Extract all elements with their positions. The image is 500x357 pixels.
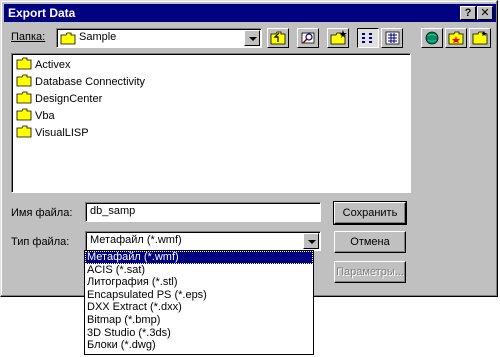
filetype-select[interactable]: Метафайл (*.wmf): [85, 231, 321, 251]
filetype-option[interactable]: ACIS (*.sat): [85, 264, 313, 277]
lookin-label: Папка:: [11, 31, 45, 43]
file-name: Activex: [35, 59, 71, 71]
window-title: Export Data: [8, 6, 76, 20]
filetype-option[interactable]: Метафайл (*.wmf): [85, 251, 313, 264]
lookin-label-text: Папка:: [11, 31, 46, 43]
filetype-label: Тип файла:: [11, 236, 70, 248]
list-item[interactable]: Database Connectivity: [16, 74, 145, 90]
filename-value: db_samp: [90, 205, 136, 217]
filetype-option[interactable]: Литография (*.stl): [85, 276, 313, 289]
filetype-option[interactable]: Блоки (*.dwg): [85, 339, 313, 352]
folder-icon: [16, 57, 32, 70]
help-button[interactable]: ?: [460, 6, 476, 20]
search-web-button[interactable]: [297, 28, 319, 48]
filename-field[interactable]: db_samp: [85, 202, 321, 222]
lookin-value: Sample: [79, 31, 117, 43]
lookin-dropdown-button[interactable]: [244, 30, 260, 46]
filetype-option[interactable]: 3D Studio (*.3ds): [85, 327, 313, 340]
up-one-level-button[interactable]: [267, 28, 289, 48]
details-view-button[interactable]: [381, 28, 403, 48]
list-item[interactable]: DesignCenter: [16, 91, 102, 107]
globe-button[interactable]: [421, 28, 443, 48]
folder-icon: [16, 108, 32, 121]
favorites-button[interactable]: [445, 28, 467, 48]
file-name: VisualLISP: [35, 127, 89, 139]
file-name: Vba: [35, 110, 55, 122]
filetype-dropdown-list[interactable]: Метафайл (*.wmf) ACIS (*.sat) Литография…: [84, 250, 314, 355]
filetype-value: Метафайл (*.wmf): [90, 234, 182, 246]
cancel-button[interactable]: Отмена: [334, 231, 406, 253]
lookin-combo[interactable]: Sample: [56, 28, 262, 48]
add-favorite-button[interactable]: [469, 28, 491, 48]
list-item[interactable]: Activex: [16, 57, 70, 73]
filetype-option[interactable]: Encapsulated PS (*.eps): [85, 289, 313, 302]
folder-icon: [16, 125, 32, 138]
folder-icon: [16, 91, 32, 104]
file-name: DesignCenter: [35, 93, 103, 105]
list-item[interactable]: Vba: [16, 108, 55, 124]
options-button[interactable]: Параметры...: [334, 261, 406, 283]
new-folder-button[interactable]: [327, 28, 349, 48]
close-button[interactable]: ✕: [477, 6, 493, 20]
list-item[interactable]: VisualLISP: [16, 125, 89, 141]
filetype-option[interactable]: Bitmap (*.bmp): [85, 314, 313, 327]
title-bar[interactable]: Export Data ? ✕: [4, 4, 496, 22]
folder-icon: [60, 32, 76, 48]
save-button[interactable]: Сохранить: [333, 201, 407, 225]
file-name: Database Connectivity: [35, 76, 146, 88]
list-view-button[interactable]: [357, 28, 379, 48]
filename-label: Имя файла:: [11, 207, 73, 219]
folder-icon: [16, 74, 32, 87]
filetype-option[interactable]: DXX Extract (*.dxx): [85, 301, 313, 314]
filetype-dropdown-button[interactable]: [303, 233, 319, 249]
file-list[interactable]: Activex Database Connectivity DesignCent…: [11, 53, 411, 193]
